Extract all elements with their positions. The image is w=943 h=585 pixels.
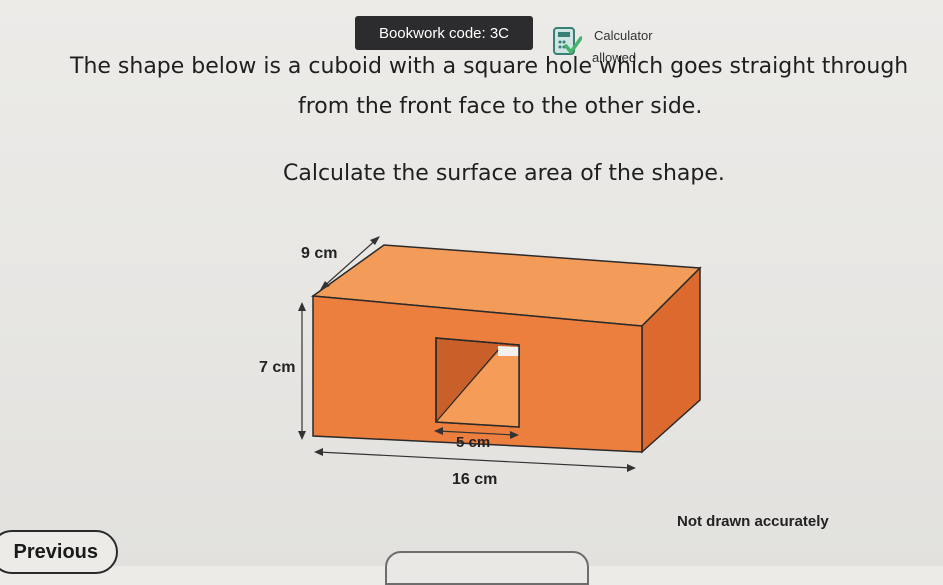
height-dimension-arrow <box>298 302 306 440</box>
next-button[interactable] <box>385 551 589 585</box>
depth-label: 9 cm <box>301 245 337 262</box>
cuboid-diagram: 9 cm 7 cm 5 cm 16 cm <box>259 236 702 488</box>
length-dimension-arrow <box>314 448 636 472</box>
hole-width-label: 5 cm <box>456 434 490 451</box>
length-label: 16 cm <box>452 471 497 488</box>
previous-button[interactable]: Previous <box>0 530 118 574</box>
height-label: 7 cm <box>259 359 295 376</box>
square-hole <box>435 337 520 428</box>
not-to-scale-note: Not drawn accurately <box>677 513 829 530</box>
previous-button-label: Previous <box>13 540 98 563</box>
